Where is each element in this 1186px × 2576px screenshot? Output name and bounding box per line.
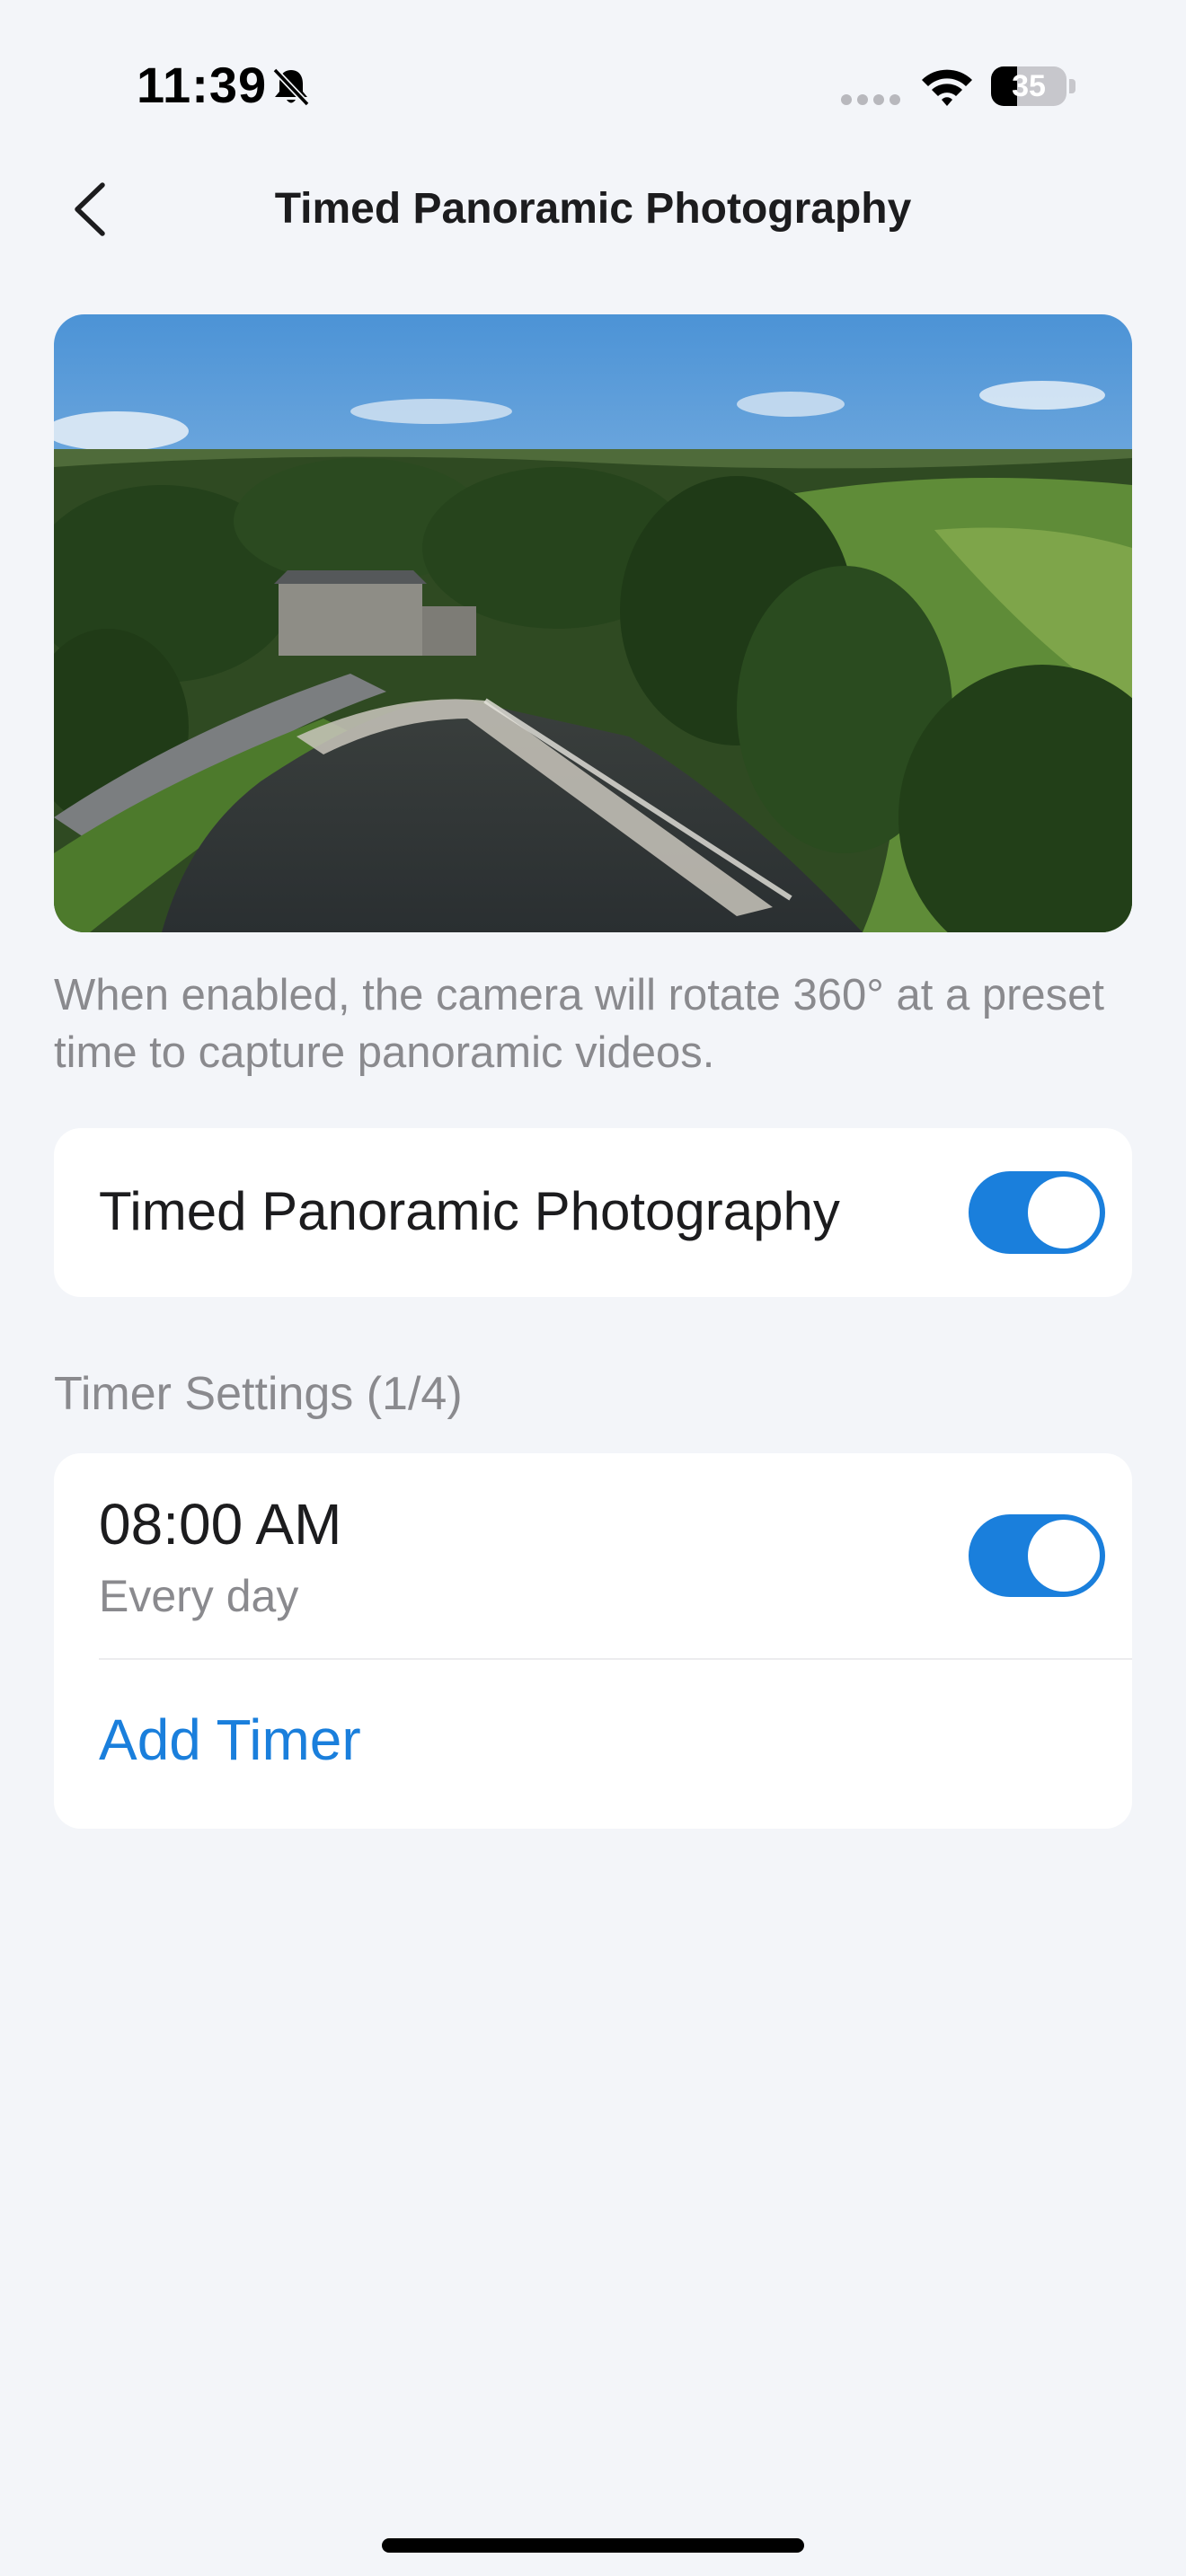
back-button[interactable] bbox=[54, 171, 126, 248]
timer-repeat: Every day bbox=[99, 1571, 299, 1621]
main-toggle-label: Timed Panoramic Photography bbox=[99, 1181, 840, 1241]
home-indicator[interactable] bbox=[382, 2538, 804, 2553]
timer-toggle[interactable] bbox=[969, 1514, 1105, 1597]
timer-settings-card: 08:00 AM Every day Add Timer bbox=[54, 1453, 1132, 1829]
main-toggle-card: Timed Panoramic Photography bbox=[54, 1128, 1132, 1297]
add-timer-button[interactable]: Add Timer bbox=[99, 1707, 361, 1773]
preview-image bbox=[54, 314, 1132, 932]
chevron-left-icon bbox=[75, 182, 105, 236]
timed-panoramic-toggle[interactable] bbox=[969, 1171, 1105, 1254]
battery-icon: 35 bbox=[991, 66, 1067, 106]
timer-time: 08:00 AM bbox=[99, 1492, 342, 1557]
toggle-knob bbox=[1028, 1520, 1100, 1592]
battery-level: 35 bbox=[1012, 69, 1046, 103]
timer-row[interactable]: 08:00 AM Every day bbox=[54, 1453, 1132, 1658]
divider bbox=[99, 1658, 1132, 1660]
wifi-icon bbox=[922, 69, 972, 106]
feature-description: When enabled, the camera will rotate 360… bbox=[54, 971, 1105, 1077]
timer-settings-title: Timer Settings (1/4) bbox=[54, 1368, 463, 1420]
status-time: 11:39 bbox=[137, 57, 268, 113]
bell-muted-icon bbox=[272, 67, 310, 107]
toggle-knob bbox=[1028, 1177, 1100, 1248]
status-bar: 11:39 35 bbox=[0, 0, 1186, 171]
battery-cap bbox=[1069, 79, 1075, 93]
signal-icon bbox=[841, 94, 900, 105]
page-title: Timed Panoramic Photography bbox=[274, 185, 912, 233]
